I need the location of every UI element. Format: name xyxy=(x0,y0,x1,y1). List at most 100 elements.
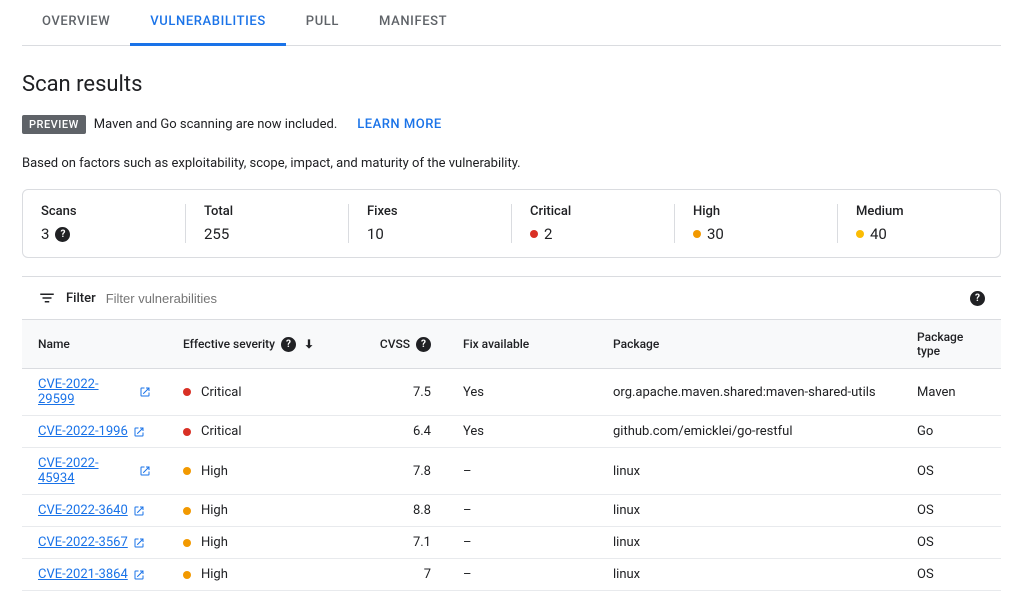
summary-high: High 30 xyxy=(675,204,838,243)
package-value: linux xyxy=(597,495,901,527)
dot-critical-icon xyxy=(183,428,191,436)
summary-total-value: 255 xyxy=(204,225,229,243)
col-name[interactable]: Name xyxy=(22,320,167,369)
fix-value: – xyxy=(447,448,597,495)
col-cvss[interactable]: CVSS ? xyxy=(347,320,447,369)
summary-critical-label: Critical xyxy=(530,204,656,219)
help-icon[interactable]: ? xyxy=(416,337,431,352)
fix-value: Yes xyxy=(447,416,597,448)
fix-value: – xyxy=(447,495,597,527)
severity-text: High xyxy=(201,464,228,479)
cve-link[interactable]: CVE-2022-29599 xyxy=(38,377,151,407)
severity-text: High xyxy=(201,503,228,518)
dot-medium-icon xyxy=(856,230,864,238)
severity-text: Critical xyxy=(201,385,241,400)
filter-icon[interactable] xyxy=(38,289,56,307)
package-value: github.com/emicklei/go-restful xyxy=(597,416,901,448)
severity-text: Critical xyxy=(201,424,241,439)
summary-critical-value: 2 xyxy=(544,225,552,243)
dot-high-icon xyxy=(183,507,191,515)
dot-high-icon xyxy=(183,467,191,475)
summary-fixes: Fixes 10 xyxy=(349,204,512,243)
tab-overview[interactable]: OVERVIEW xyxy=(22,0,130,46)
tab-vulnerabilities[interactable]: VULNERABILITIES xyxy=(130,0,286,46)
summary-total: Total 255 xyxy=(186,204,349,243)
preview-banner: PREVIEW Maven and Go scanning are now in… xyxy=(22,115,1001,134)
summary-scans-value: 3 xyxy=(41,225,49,243)
help-icon[interactable]: ? xyxy=(281,337,296,352)
dot-critical-icon xyxy=(183,388,191,396)
package-type-value: Go xyxy=(901,416,1001,448)
learn-more-link[interactable]: LEARN MORE xyxy=(357,117,441,132)
summary-high-label: High xyxy=(693,204,819,219)
summary-medium-label: Medium xyxy=(856,204,982,219)
cve-link[interactable]: CVE-2022-3640 xyxy=(38,503,145,518)
summary-fixes-label: Fixes xyxy=(367,204,493,219)
cvss-value: 7.5 xyxy=(347,369,447,416)
fix-value: – xyxy=(447,527,597,559)
filter-input[interactable] xyxy=(106,291,960,306)
package-type-value: OS xyxy=(901,559,1001,591)
filter-label: Filter xyxy=(66,291,96,306)
table-row: CVE-2022-45934 High 7.8–linuxOS xyxy=(22,448,1001,495)
external-link-icon xyxy=(133,537,145,549)
summary-scans-label: Scans xyxy=(41,204,167,219)
tabs-bar: OVERVIEW VULNERABILITIES PULL MANIFEST xyxy=(22,0,1001,46)
preview-badge: PREVIEW xyxy=(22,115,86,134)
cvss-value: 7.1 xyxy=(347,527,447,559)
fix-value: Yes xyxy=(447,369,597,416)
dot-high-icon xyxy=(183,571,191,579)
external-link-icon xyxy=(133,505,145,517)
cve-link[interactable]: CVE-2022-3567 xyxy=(38,535,145,550)
severity-text: High xyxy=(201,567,228,582)
page-title: Scan results xyxy=(22,72,1001,97)
filter-bar: Filter ? xyxy=(22,276,1001,320)
tab-manifest[interactable]: MANIFEST xyxy=(359,0,467,46)
dot-high-icon xyxy=(183,539,191,547)
external-link-icon xyxy=(139,465,151,477)
table-row: CVE-2022-3640 High 8.8–linuxOS xyxy=(22,495,1001,527)
help-icon[interactable]: ? xyxy=(55,227,70,242)
package-value: org.apache.maven.shared:maven-shared-uti… xyxy=(597,369,901,416)
col-package[interactable]: Package xyxy=(597,320,901,369)
package-value: linux xyxy=(597,559,901,591)
table-row: CVE-2022-29599 Critical 7.5Yesorg.apache.m… xyxy=(22,369,1001,416)
package-type-value: OS xyxy=(901,527,1001,559)
summary-fixes-value: 10 xyxy=(367,225,384,243)
package-type-value: OS xyxy=(901,448,1001,495)
package-type-value: OS xyxy=(901,495,1001,527)
cvss-value: 7 xyxy=(347,559,447,591)
dot-critical-icon xyxy=(530,230,538,238)
summary-scans: Scans 3 ? xyxy=(23,204,186,243)
fix-value: – xyxy=(447,559,597,591)
tab-pull[interactable]: PULL xyxy=(286,0,359,46)
summary-card: Scans 3 ? Total 255 Fixes 10 Critical 2 … xyxy=(22,189,1001,258)
col-fix[interactable]: Fix available xyxy=(447,320,597,369)
summary-medium: Medium 40 xyxy=(838,204,1000,243)
table-row: CVE-2022-3567High7.1–linuxOS xyxy=(22,527,1001,559)
subdescription: Based on factors such as exploitability,… xyxy=(22,156,1001,171)
package-value: linux xyxy=(597,448,901,495)
sort-down-icon[interactable] xyxy=(302,337,316,351)
external-link-icon xyxy=(139,386,151,398)
cve-link[interactable]: CVE-2022-45934 xyxy=(38,456,151,486)
external-link-icon xyxy=(133,569,145,581)
summary-medium-value: 40 xyxy=(870,225,887,243)
help-icon[interactable]: ? xyxy=(970,291,985,306)
dot-high-icon xyxy=(693,230,701,238)
summary-high-value: 30 xyxy=(707,225,724,243)
cvss-value: 6.4 xyxy=(347,416,447,448)
col-severity[interactable]: Effective severity ? xyxy=(167,320,347,369)
summary-total-label: Total xyxy=(204,204,330,219)
cve-link[interactable]: CVE-2021-3864 xyxy=(38,567,145,582)
preview-text: Maven and Go scanning are now included. xyxy=(94,117,337,132)
summary-critical: Critical 2 xyxy=(512,204,675,243)
severity-text: High xyxy=(201,535,228,550)
cvss-value: 8.8 xyxy=(347,495,447,527)
external-link-icon xyxy=(133,426,145,438)
package-type-value: Maven xyxy=(901,369,1001,416)
cve-link[interactable]: CVE-2022-1996 xyxy=(38,424,145,439)
col-package-type[interactable]: Package type xyxy=(901,320,1001,369)
table-row: CVE-2021-3864 High 7–linuxOS xyxy=(22,559,1001,591)
cvss-value: 7.8 xyxy=(347,448,447,495)
